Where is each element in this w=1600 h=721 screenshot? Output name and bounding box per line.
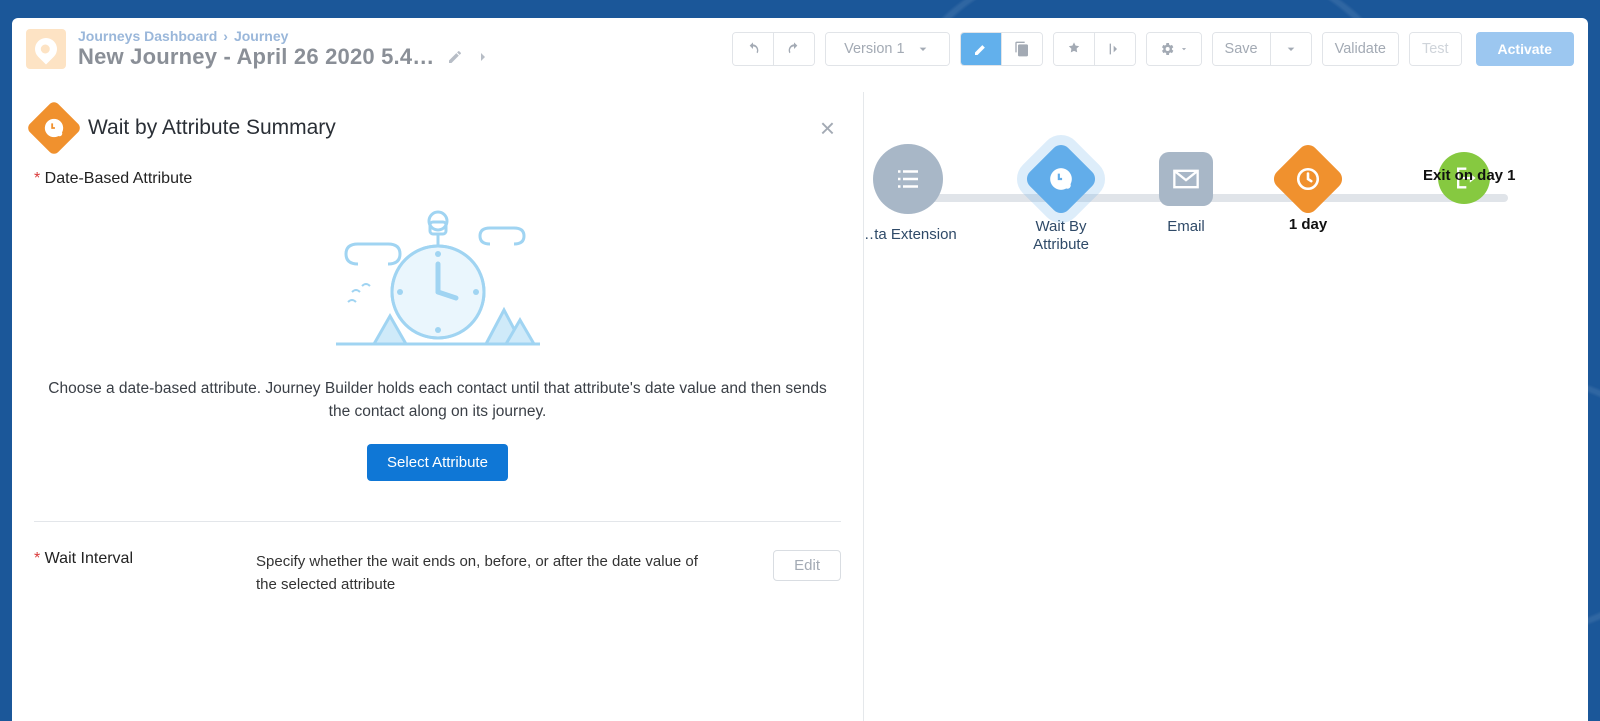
mode-group	[960, 32, 1043, 66]
node-exit[interactable]: Exit on day 1	[1364, 152, 1564, 204]
node-email[interactable]: Email	[1120, 152, 1252, 236]
section-description: Choose a date-based attribute. Journey B…	[38, 377, 838, 424]
clock-user-icon	[26, 100, 83, 157]
node-wait-by-attribute[interactable]: Wait ByAttribute	[995, 152, 1127, 254]
history-group	[732, 32, 815, 66]
divider	[34, 521, 841, 522]
chevron-right-icon: ›	[223, 28, 228, 44]
exit-label: Exit on day 1	[1423, 167, 1516, 184]
node-wait-duration[interactable]: 1 day	[1242, 152, 1374, 233]
page-header: Journeys Dashboard › Journey New Journey…	[12, 18, 1588, 84]
activate-button[interactable]: Activate	[1476, 32, 1574, 66]
edit-mode-button[interactable]	[961, 33, 1001, 65]
journey-pin-icon	[26, 29, 66, 69]
exit-criteria-button[interactable]	[1094, 33, 1135, 65]
clock-user-icon	[1048, 166, 1074, 192]
close-icon[interactable]: ×	[814, 109, 841, 148]
save-dropdown[interactable]	[1270, 33, 1311, 65]
stopwatch-illustration	[34, 204, 841, 359]
settings-group	[1146, 32, 1202, 66]
goal-button[interactable]	[1054, 33, 1094, 65]
list-icon	[893, 164, 923, 194]
pencil-icon[interactable]	[447, 49, 463, 65]
clock-icon	[1295, 166, 1321, 192]
test-button[interactable]: Test	[1410, 33, 1461, 65]
wait-attribute-panel: Wait by Attribute Summary × Date-Based A…	[12, 92, 864, 721]
breadcrumb: Journeys Dashboard › Journey	[78, 28, 491, 44]
save-button[interactable]: Save	[1213, 33, 1270, 65]
app-frame: Journeys Dashboard › Journey New Journey…	[12, 18, 1588, 721]
edit-wait-interval-button[interactable]: Edit	[773, 550, 841, 581]
chevron-down-icon	[1179, 41, 1189, 57]
crumb-dashboards[interactable]: Journeys Dashboard	[78, 28, 217, 44]
panel-title: Wait by Attribute Summary	[88, 116, 336, 140]
wait-interval-description: Specify whether the wait ends on, before…	[256, 550, 721, 597]
chevron-down-icon	[1283, 41, 1299, 57]
chevron-down-icon	[915, 41, 931, 57]
action-icons-group	[1053, 32, 1136, 66]
toolbar: Version 1 Save	[732, 32, 1574, 66]
save-group: Save	[1212, 32, 1312, 66]
section-wait-interval-label: Wait Interval	[34, 550, 204, 568]
page-title: New Journey - April 26 2020 5.4…	[78, 44, 435, 70]
journey-canvas[interactable]: ▸ …ta Extension Wait ByAttribute Email 1…	[12, 92, 1588, 721]
copy-mode-button[interactable]	[1001, 33, 1042, 65]
gear-icon	[1159, 41, 1175, 57]
select-attribute-button[interactable]: Select Attribute	[367, 444, 508, 481]
undo-button[interactable]	[733, 33, 773, 65]
version-group: Version 1	[825, 32, 949, 66]
chevron-right-icon[interactable]	[475, 49, 491, 65]
settings-dropdown[interactable]	[1147, 33, 1201, 65]
envelope-icon	[1172, 165, 1200, 193]
validate-button[interactable]: Validate	[1323, 33, 1398, 65]
section-date-attribute-label: Date-Based Attribute	[34, 170, 841, 188]
crumb-journey[interactable]: Journey	[234, 28, 288, 44]
version-dropdown[interactable]: Version 1	[826, 33, 948, 65]
redo-button[interactable]	[773, 33, 814, 65]
